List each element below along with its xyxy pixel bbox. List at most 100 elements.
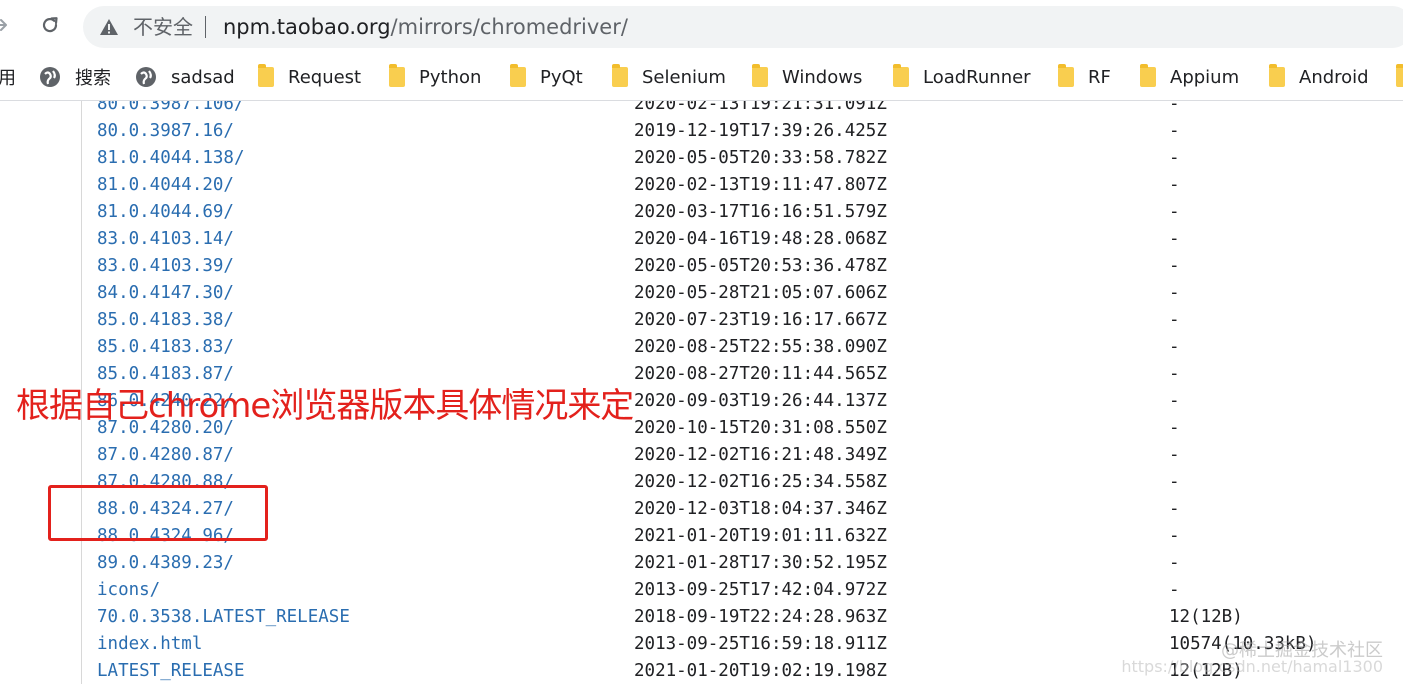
file-date: 2020-12-02T16:21:48.349Z bbox=[634, 445, 887, 465]
file-date: 2020-10-15T20:31:08.550Z bbox=[634, 418, 887, 438]
file-size: - bbox=[1169, 148, 1180, 168]
table-row: index.html 2013-09-25T16:59:18.911Z 10574(… bbox=[0, 631, 1403, 658]
bookmark-label: PyQt bbox=[540, 66, 583, 88]
bookmark-label: Android bbox=[1299, 66, 1369, 88]
folder-icon bbox=[510, 64, 526, 87]
file-link[interactable]: 84.0.4147.30/ bbox=[97, 280, 234, 307]
bookmark-folder-windows[interactable]: Windows bbox=[752, 63, 862, 91]
bookmark-label: Request bbox=[288, 66, 362, 88]
highlight-box bbox=[48, 485, 268, 541]
folder-icon bbox=[1058, 64, 1074, 87]
bookmark-folder-pyqt[interactable]: PyQt bbox=[510, 63, 583, 91]
table-row: 83.0.4103.39/2020-05-05T20:53:36.478Z - bbox=[0, 253, 1403, 280]
file-link[interactable]: 80.0.3987.106/ bbox=[97, 101, 245, 118]
file-date: 2020-12-02T16:25:34.558Z bbox=[634, 472, 887, 492]
file-size: - bbox=[1169, 499, 1180, 519]
bookmark-sadsad[interactable]: sadsad bbox=[135, 63, 235, 91]
security-status-label[interactable]: 不安全 bbox=[133, 14, 193, 40]
file-link[interactable]: 70.0.3538.LATEST_RELEASE bbox=[97, 604, 350, 631]
folder-icon bbox=[612, 64, 628, 87]
bookmark-folder-request[interactable]: Request bbox=[258, 63, 361, 91]
bookmark-folder-appium[interactable]: Appium bbox=[1140, 63, 1239, 91]
file-link[interactable]: icons/ bbox=[97, 577, 160, 604]
file-date: 2013-09-25T17:42:04.972Z bbox=[634, 580, 887, 600]
browser-window: 不安全 npm.taobao.org/mirrors/chromedriver/… bbox=[0, 0, 1403, 684]
folder-icon bbox=[389, 64, 405, 87]
file-size: - bbox=[1169, 121, 1180, 141]
annotation-note: 根据自己chrome浏览器版本具体情况来定 bbox=[16, 386, 634, 426]
file-link[interactable]: 83.0.4103.39/ bbox=[97, 253, 234, 280]
file-date: 2020-07-23T19:16:17.667Z bbox=[634, 310, 887, 330]
file-size: - bbox=[1169, 256, 1180, 276]
file-date: 2020-09-03T19:26:44.137Z bbox=[634, 391, 887, 411]
file-link[interactable]: 85.0.4183.38/ bbox=[97, 307, 234, 334]
table-row: 85.0.4183.38/2020-07-23T19:16:17.667Z - bbox=[0, 307, 1403, 334]
file-size: - bbox=[1169, 202, 1180, 222]
table-row: 81.0.4044.69/2020-03-17T16:16:51.579Z - bbox=[0, 199, 1403, 226]
bookmark-label: 搜索 bbox=[75, 68, 111, 89]
file-link[interactable]: 81.0.4044.20/ bbox=[97, 172, 234, 199]
table-row: 85.0.4183.83/2020-08-25T22:55:38.090Z - bbox=[0, 334, 1403, 361]
url-path: /mirrors/chromedriver/ bbox=[390, 15, 628, 39]
file-date: 2013-09-25T16:59:18.911Z bbox=[634, 634, 887, 654]
file-link[interactable]: 85.0.4183.87/ bbox=[97, 361, 234, 388]
bookmark-search[interactable]: 搜索 bbox=[39, 63, 111, 91]
bookmark-label: Windows bbox=[782, 66, 863, 88]
folder-icon bbox=[1269, 64, 1285, 87]
file-date: 2018-09-19T22:24:28.963Z bbox=[634, 607, 887, 627]
file-date: 2020-05-05T20:33:58.782Z bbox=[634, 148, 887, 168]
file-size: - bbox=[1169, 283, 1180, 303]
bookmark-label: Appium bbox=[1170, 66, 1240, 88]
file-link[interactable]: 81.0.4044.138/ bbox=[97, 145, 245, 172]
file-date: 2020-12-03T18:04:37.346Z bbox=[634, 499, 887, 519]
file-link[interactable]: LATEST_RELEASE bbox=[97, 658, 245, 684]
folder-icon bbox=[1140, 64, 1156, 87]
file-link[interactable]: 81.0.4044.69/ bbox=[97, 199, 234, 226]
table-row: 89.0.4389.23/2021-01-28T17:30:52.195Z - bbox=[0, 550, 1403, 577]
bookmark-folder-android[interactable]: Android bbox=[1269, 63, 1369, 91]
file-link[interactable]: 89.0.4389.23/ bbox=[97, 550, 234, 577]
file-size: - bbox=[1169, 391, 1180, 411]
file-size: - bbox=[1169, 229, 1180, 249]
warning-icon[interactable] bbox=[99, 17, 119, 37]
bookmark-folder-loadrunner[interactable]: LoadRunner bbox=[893, 63, 1031, 91]
file-link[interactable]: 83.0.4103.14/ bbox=[97, 226, 234, 253]
bookmark-folder-rf[interactable]: RF bbox=[1058, 63, 1111, 91]
file-date: 2020-08-27T20:11:44.565Z bbox=[634, 364, 887, 384]
file-link[interactable]: 85.0.4183.83/ bbox=[97, 334, 234, 361]
forward-button[interactable] bbox=[0, 12, 16, 42]
reload-button[interactable] bbox=[35, 12, 65, 42]
file-date: 2021-01-20T19:02:19.198Z bbox=[634, 661, 887, 681]
file-link[interactable]: index.html bbox=[97, 631, 202, 658]
table-row: 81.0.4044.138/2020-05-05T20:33:58.782Z - bbox=[0, 145, 1403, 172]
bookmark-folder-python[interactable]: Python bbox=[389, 63, 481, 91]
folder-icon bbox=[752, 64, 768, 87]
bookmark-apps[interactable]: 用 bbox=[0, 63, 16, 91]
url-text[interactable]: npm.taobao.org/mirrors/chromedriver/ bbox=[223, 14, 628, 40]
bookmarks-bar: 用 搜索 sadsad Request Python PyQt Selenium… bbox=[0, 54, 1403, 101]
table-row: 83.0.4103.14/2020-04-16T19:48:28.068Z - bbox=[0, 226, 1403, 253]
file-date: 2021-01-28T17:30:52.195Z bbox=[634, 553, 887, 573]
address-divider bbox=[205, 16, 206, 38]
file-link[interactable]: 80.0.3987.16/ bbox=[97, 118, 234, 145]
file-date: 2020-05-05T20:53:36.478Z bbox=[634, 256, 887, 276]
bookmark-label: Python bbox=[419, 66, 482, 88]
folder-icon bbox=[1396, 64, 1403, 87]
bookmark-folder-overflow[interactable] bbox=[1396, 63, 1403, 91]
url-host: npm.taobao.org bbox=[223, 15, 391, 39]
bookmark-label: sadsad bbox=[171, 66, 235, 88]
file-date: 2021-01-20T19:01:11.632Z bbox=[634, 526, 887, 546]
address-bar[interactable]: 不安全 npm.taobao.org/mirrors/chromedriver/ bbox=[83, 6, 1403, 48]
table-row: 80.0.3987.16/2019-12-19T17:39:26.425Z - bbox=[0, 118, 1403, 145]
bookmark-folder-selenium[interactable]: Selenium bbox=[612, 63, 726, 91]
file-date: 2020-02-13T19:11:47.807Z bbox=[634, 175, 887, 195]
file-size: - bbox=[1169, 364, 1180, 384]
table-row: icons/2013-09-25T17:42:04.972Z - bbox=[0, 577, 1403, 604]
watermark-url: https://blog.csdn.net/hamal1300 bbox=[1121, 657, 1383, 676]
forward-arrow-icon bbox=[0, 15, 11, 39]
file-date: 2020-04-16T19:48:28.068Z bbox=[634, 229, 887, 249]
bookmark-label: Selenium bbox=[642, 66, 726, 88]
file-date: 2020-05-28T21:05:07.606Z bbox=[634, 283, 887, 303]
bookmark-label: LoadRunner bbox=[923, 66, 1031, 88]
file-link[interactable]: 87.0.4280.87/ bbox=[97, 442, 234, 469]
